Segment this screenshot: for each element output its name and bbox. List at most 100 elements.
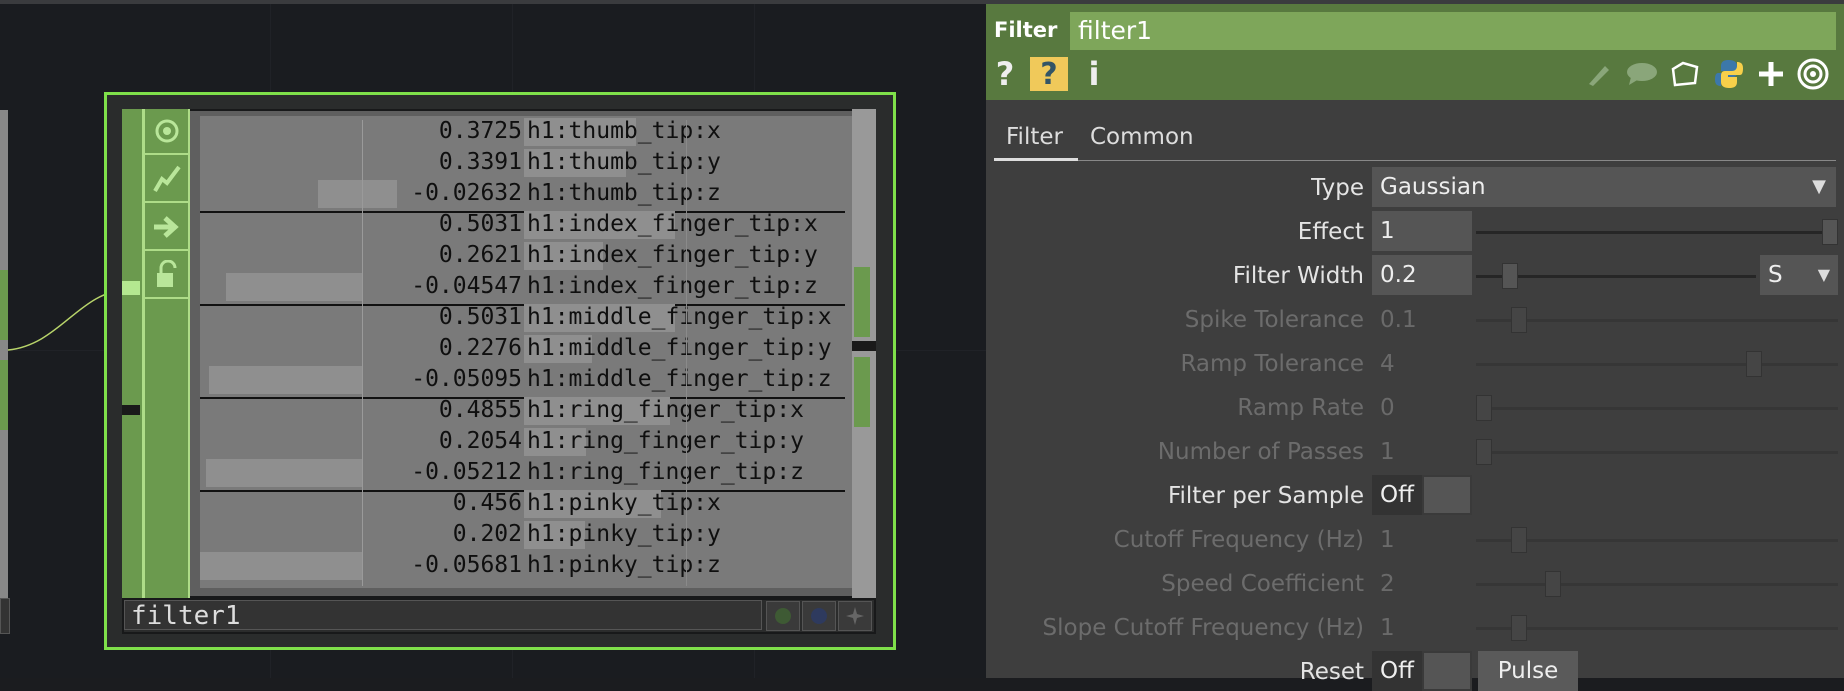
channel-value: 0.4855 (438, 397, 522, 423)
cook-dot-icon[interactable] (766, 601, 800, 631)
channel-row: 0.456 h1:pinky_tip:x (200, 488, 852, 519)
slider-handle[interactable] (1476, 395, 1492, 421)
channel-name: h1:index_finger_tip:z (527, 273, 818, 299)
channel-row: 0.3725 h1:thumb_tip:x (200, 116, 852, 147)
param-label: Filter Width (1232, 263, 1364, 289)
param-value-field[interactable]: 0.1 (1380, 307, 1417, 333)
channel-name: h1:index_finger_tip:y (527, 242, 818, 268)
param-slider[interactable] (1476, 231, 1838, 234)
tab-common[interactable]: Common (1090, 124, 1194, 150)
target-icon[interactable] (1796, 57, 1830, 91)
param-value-field[interactable]: 1 (1380, 615, 1395, 641)
info-icon[interactable]: i (1088, 55, 1100, 93)
output-connector[interactable] (854, 267, 870, 337)
add-icon[interactable] (1756, 57, 1786, 91)
channel-name: h1:thumb_tip:y (527, 149, 721, 175)
edit-icon[interactable] (1584, 57, 1614, 91)
param-label: Slope Cutoff Frequency (Hz) (1042, 615, 1364, 641)
op-name-field[interactable]: filter1 (1070, 12, 1836, 50)
channel-name: h1:pinky_tip:x (527, 490, 721, 516)
channel-value: 0.5031 (438, 304, 522, 330)
param-value-field[interactable]: 1 (1380, 439, 1395, 465)
slider-handle[interactable] (1545, 571, 1562, 597)
unit-menu[interactable]: S ▼ (1760, 255, 1838, 295)
channel-row: 0.2276 h1:middle_finger_tip:y (200, 333, 852, 364)
channel-name: h1:middle_finger_tip:z (527, 366, 832, 392)
param-slider[interactable] (1476, 407, 1838, 410)
slider-handle[interactable] (1476, 439, 1492, 465)
pulse-button[interactable]: Pulse (1478, 651, 1578, 691)
param-slider[interactable] (1476, 363, 1838, 366)
channel-value: -0.04547 (411, 273, 522, 299)
toggle-switch (1424, 477, 1470, 513)
channel-row: 0.202 h1:pinky_tip:y (200, 519, 852, 550)
slider-handle[interactable] (1510, 527, 1527, 553)
param-label: Filter per Sample (1167, 483, 1364, 509)
toggle-switch (1424, 653, 1470, 689)
type-menu-value: Gaussian (1380, 174, 1486, 200)
param-slider[interactable] (1476, 451, 1838, 454)
parameter-panel (986, 4, 1844, 678)
param-label: Type (1311, 175, 1364, 201)
param-value-field[interactable]: 2 (1380, 571, 1395, 597)
export-flag-icon[interactable] (145, 205, 188, 251)
bypass-dot-icon[interactable] (802, 601, 836, 631)
param-slider[interactable] (1476, 627, 1838, 630)
active-tab-indicator (994, 158, 1078, 161)
channel-name: h1:middle_finger_tip:x (527, 304, 832, 330)
input-connector-strip[interactable] (122, 109, 144, 598)
param-value-field[interactable]: 0 (1380, 395, 1395, 421)
tab-filter[interactable]: Filter (1006, 124, 1063, 150)
graph-flag-icon[interactable] (145, 157, 188, 203)
reset-toggle[interactable]: Off (1372, 651, 1472, 691)
output-connector-strip[interactable] (852, 109, 876, 598)
output-connector[interactable] (854, 357, 870, 427)
slider-handle[interactable] (1510, 307, 1527, 333)
zero-line (362, 120, 363, 586)
channel-row: -0.02632 h1:thumb_tip:z (200, 178, 852, 209)
input-connector[interactable] (122, 281, 140, 295)
channel-name: h1:thumb_tip:z (527, 180, 721, 206)
channel-value: 0.3725 (438, 118, 522, 144)
param-value-field[interactable]: 4 (1380, 351, 1395, 377)
help-icon[interactable]: ? (994, 55, 1016, 93)
range-line (686, 120, 687, 586)
slider-handle[interactable] (1502, 263, 1519, 289)
param-slider[interactable] (1476, 583, 1838, 586)
param-value-field[interactable]: 1 (1372, 211, 1472, 251)
channel-row: -0.05095 h1:middle_finger_tip:z (200, 364, 852, 395)
param-value-field[interactable]: 0.2 (1372, 255, 1472, 295)
clone-icon[interactable] (1668, 57, 1702, 91)
slider-handle[interactable] (1745, 351, 1762, 377)
channel-value: -0.05212 (411, 459, 522, 485)
channel-row: -0.04547 h1:index_finger_tip:z (200, 271, 852, 302)
channel-viewer: 0.3725 h1:thumb_tip:x 0.3391 h1:thumb_tip:y… (200, 116, 852, 588)
param-value-field[interactable]: 1 (1380, 527, 1395, 553)
python-help-icon[interactable]: ? (1030, 57, 1068, 92)
param-label: Reset (1299, 659, 1364, 685)
param-label: Ramp Tolerance (1180, 351, 1364, 377)
channel-name: h1:index_finger_tip:x (527, 211, 818, 237)
param-slider[interactable] (1476, 319, 1838, 322)
op-type-label: Filter (994, 18, 1058, 42)
pin-icon[interactable] (838, 601, 872, 631)
param-slider[interactable] (1476, 539, 1838, 542)
viewer-flag-icon[interactable] (145, 109, 188, 155)
channel-name: h1:middle_finger_tip:y (527, 335, 832, 361)
python-icon[interactable] (1712, 57, 1746, 91)
node-name[interactable]: filter1 (124, 600, 762, 631)
unit-menu-value: S (1768, 262, 1783, 288)
tab-divider (994, 160, 1836, 161)
channel-name: h1:ring_finger_tip:y (527, 428, 804, 454)
lock-flag-icon[interactable] (145, 253, 188, 299)
channel-row: 0.5031 h1:index_finger_tip:x (200, 209, 852, 240)
node-flags (144, 109, 190, 598)
channel-name: h1:ring_finger_tip:z (527, 459, 804, 485)
comment-icon[interactable] (1624, 57, 1660, 91)
filter-per-sample-toggle[interactable]: Off (1372, 475, 1472, 515)
channel-name: h1:pinky_tip:y (527, 521, 721, 547)
slider-handle[interactable] (1822, 219, 1838, 245)
slider-handle[interactable] (1510, 615, 1527, 641)
chevron-down-icon: ▼ (1812, 176, 1826, 197)
type-menu[interactable]: Gaussian ▼ (1372, 167, 1836, 207)
